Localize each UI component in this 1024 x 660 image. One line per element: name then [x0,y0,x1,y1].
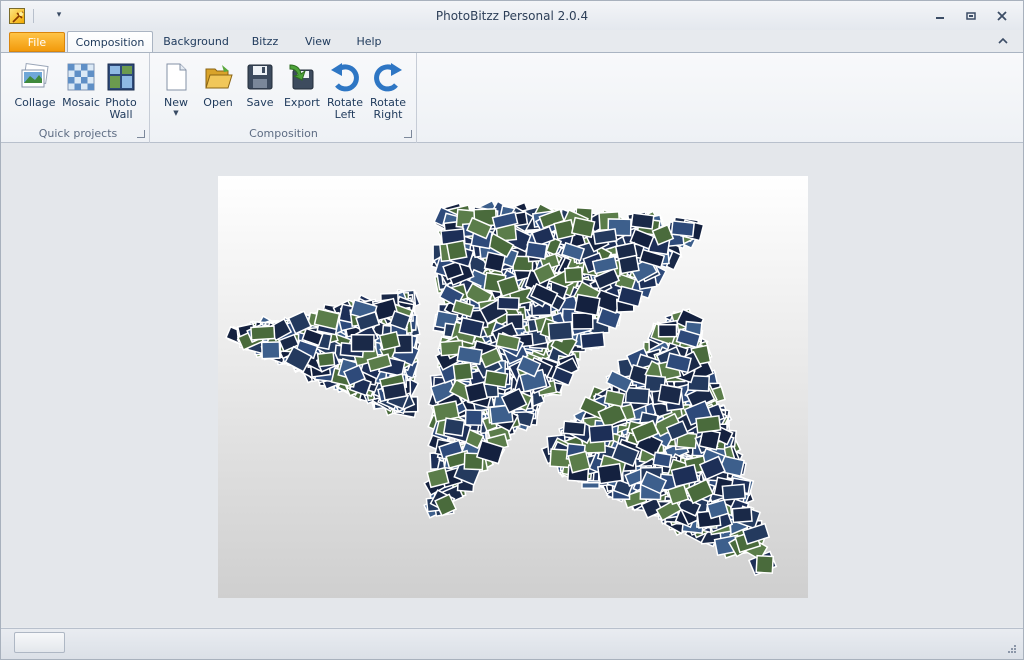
tab-composition[interactable]: Composition [67,31,153,54]
photo-tile [547,321,574,342]
collage-icon [21,62,49,88]
export-label: Export [283,96,320,109]
open-folder-icon [205,65,233,89]
new-label: New [164,96,188,109]
open-button[interactable]: Open [199,57,237,123]
open-label: Open [203,96,233,109]
status-panel [14,632,65,653]
composition-canvas[interactable] [218,176,808,598]
photo-tile [562,420,586,436]
photo-tile [695,415,722,434]
close-button[interactable] [989,7,1015,25]
photo-tile [652,451,673,469]
workspace [1,143,1023,627]
photo-tile [670,220,695,238]
photo-tile [452,361,474,382]
group-label-quick-projects: Quick projects [38,127,118,140]
photo-wall-icon [107,63,135,91]
photo-tile [525,241,548,260]
export-icon [289,64,314,90]
mosaic-icon [67,63,95,91]
photo-tile [497,296,520,311]
collage-button[interactable]: Collage [11,57,59,123]
photo-tile [630,212,655,230]
rotate-right-label-line2: Right [373,108,403,121]
new-document-icon [166,63,187,91]
photo-tile [579,331,606,350]
rotate-left-label-line2: Left [334,108,356,121]
ribbon-tab-row: File Composition Background Bitzz View H… [1,30,1023,54]
photo-tile [731,506,753,524]
photo-tile [721,483,747,501]
photo-tile [260,341,281,360]
save-disk-icon [247,64,273,90]
rotate-left-icon [331,63,359,92]
rotate-right-button[interactable]: Rotate Right [367,57,409,123]
window-title: PhotoBitzz Personal 2.0.4 [435,9,589,23]
save-label: Save [246,96,274,109]
photo-tile [657,323,678,338]
collage-label: Collage [14,96,56,109]
photo-wall-button[interactable]: Photo Wall [101,57,141,123]
new-button[interactable]: New ▼ [157,57,195,123]
resize-grip-icon[interactable] [1007,644,1017,654]
tab-view[interactable]: View [297,31,339,53]
photo-tile [316,351,336,368]
photo-tile [442,417,466,437]
photo-mosaic [225,199,778,577]
photo-tile [250,325,276,341]
tab-bitzz[interactable]: Bitzz [244,31,286,53]
photo-tile [445,239,468,262]
photo-tile [588,423,615,444]
new-dropdown-icon: ▼ [173,109,179,117]
composition-launcher-icon[interactable] [404,130,412,138]
ribbon: Collage Mosaic Photo Wall Quick projects… [1,52,1023,143]
rotate-right-icon [374,63,402,92]
export-button[interactable]: Export [283,57,321,123]
status-bar [1,628,1023,659]
photo-tile [350,334,375,353]
group-composition: New ▼ Open Save Export Rotate Left Rotat… [151,53,417,143]
tab-help[interactable]: Help [348,31,390,53]
photo-tile [596,462,623,485]
photo-tile [657,383,683,406]
ribbon-collapse-icon[interactable] [997,36,1009,46]
group-quick-projects: Collage Mosaic Photo Wall Quick projects [7,53,150,143]
save-button[interactable]: Save [241,57,279,123]
photo-wall-label-line2: Wall [109,108,133,121]
quick-projects-launcher-icon[interactable] [137,130,145,138]
app-window: ▾ PhotoBitzz Personal 2.0.4 File Composi… [0,0,1024,660]
photo-tile [755,554,774,574]
title-bar: ▾ PhotoBitzz Personal 2.0.4 [1,1,1023,30]
mosaic-button[interactable]: Mosaic [59,57,103,123]
mosaic-label: Mosaic [62,96,100,109]
restore-button[interactable] [958,7,984,25]
group-label-composition: Composition [249,127,318,140]
photo-tile [464,409,483,426]
photo-tile [563,266,584,284]
rotate-left-button[interactable]: Rotate Left [325,57,365,123]
tab-file[interactable]: File [9,32,65,52]
tab-background[interactable]: Background [158,31,234,53]
minimize-button[interactable] [927,7,953,25]
